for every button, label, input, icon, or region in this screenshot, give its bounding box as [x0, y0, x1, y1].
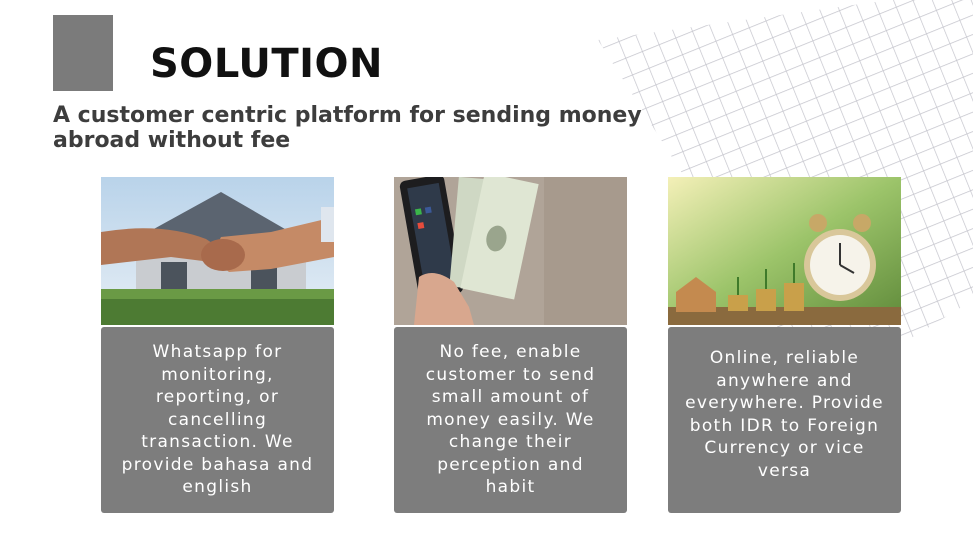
clock-coins-plants-photo	[668, 177, 901, 325]
feature-card-whatsapp: Whatsapp for monitoring, reporting, or c…	[101, 177, 334, 513]
feature-card-online: Online, reliable anywhere and everywhere…	[668, 177, 901, 513]
handshake-house-photo	[101, 177, 334, 325]
feature-card-text: Online, reliable anywhere and everywhere…	[668, 327, 901, 513]
slide-title: SOLUTION	[150, 41, 384, 87]
phone-dollar-bills-photo	[394, 177, 627, 325]
feature-card-text: No fee, enable customer to send small am…	[394, 327, 627, 513]
accent-square	[53, 15, 113, 91]
slide-subtitle: A customer centric platform for sending …	[53, 103, 642, 153]
feature-card-text: Whatsapp for monitoring, reporting, or c…	[101, 327, 334, 513]
feature-card-no-fee: No fee, enable customer to send small am…	[394, 177, 627, 513]
